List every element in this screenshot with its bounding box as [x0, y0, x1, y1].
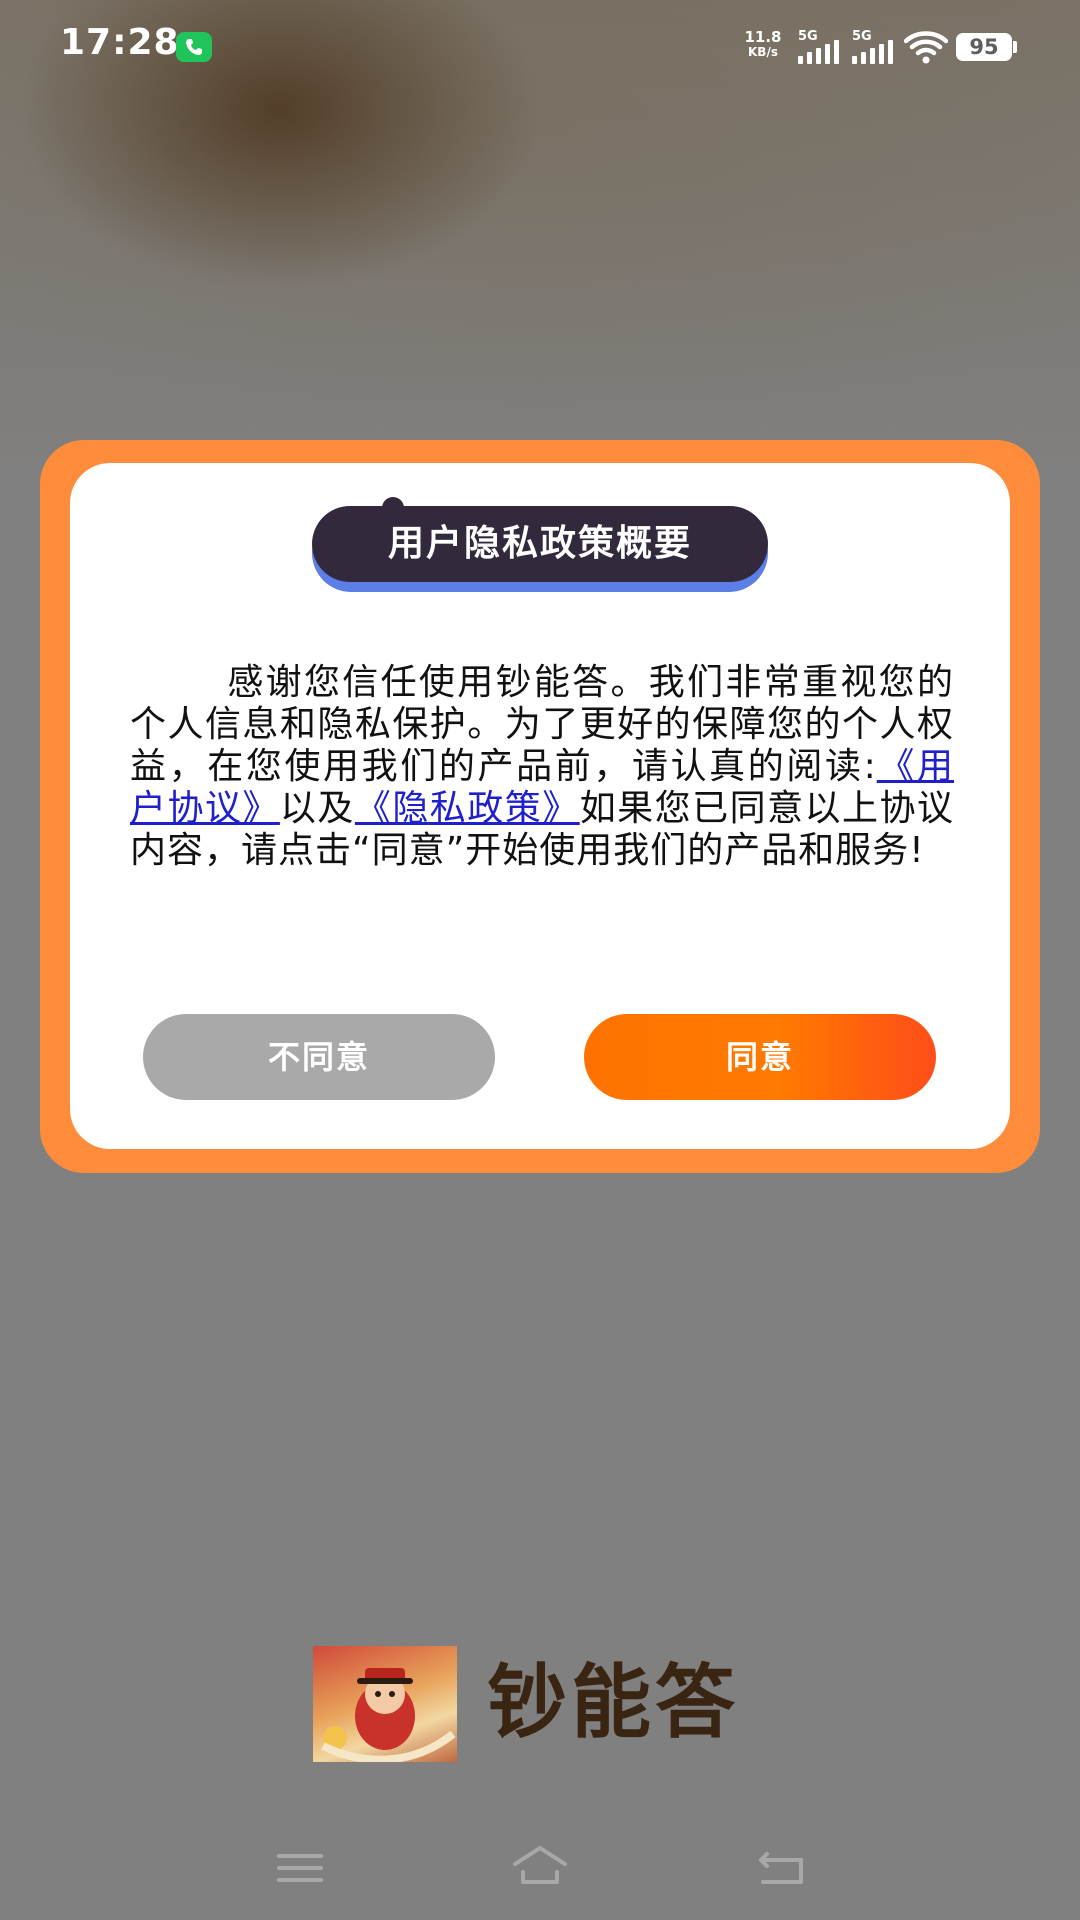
battery-tip	[1013, 41, 1017, 53]
menu-icon[interactable]	[265, 1840, 335, 1896]
app-logo	[313, 1646, 457, 1762]
net-speed-unit: KB/s	[748, 45, 778, 59]
net-speed-value: 11.8	[744, 28, 782, 46]
signal-2-label: 5G	[852, 29, 872, 44]
status-bar: 17:28 11.8 KB/s 5G 5G 95	[0, 0, 1080, 95]
signal-1-label: 5G	[798, 29, 818, 44]
app-name: 钞能答	[487, 1656, 739, 1749]
body-text-part2: 以及	[279, 788, 355, 829]
body-text-part1: 感谢您信任使用钞能答。我们非常重视您的个人信息和隐私保护。为了更好的保障您的个人…	[130, 662, 954, 787]
battery-indicator: 95	[956, 33, 1012, 61]
disagree-button[interactable]: 不同意	[143, 1014, 495, 1100]
dialog-body: 感谢您信任使用钞能答。我们非常重视您的个人信息和隐私保护。为了更好的保障您的个人…	[130, 662, 954, 872]
status-time: 17:28	[60, 22, 180, 63]
signal-2-icon: 5G	[852, 30, 898, 64]
net-speed: 11.8 KB/s	[738, 30, 788, 60]
phone-icon[interactable]	[176, 32, 212, 62]
wifi-icon	[904, 31, 948, 64]
privacy-policy-link[interactable]: 《隐私政策》	[355, 788, 580, 829]
dialog-title: 用户隐私政策概要	[312, 506, 768, 582]
signal-1-icon: 5G	[798, 30, 844, 64]
agree-button[interactable]: 同意	[584, 1014, 936, 1100]
title-decoration-dot	[382, 497, 404, 519]
screen: 17:28 11.8 KB/s 5G 5G 95 用户隐私政策概要 感谢您信任使…	[0, 0, 1080, 1920]
home-icon[interactable]	[505, 1840, 575, 1896]
back-icon[interactable]	[745, 1840, 815, 1896]
